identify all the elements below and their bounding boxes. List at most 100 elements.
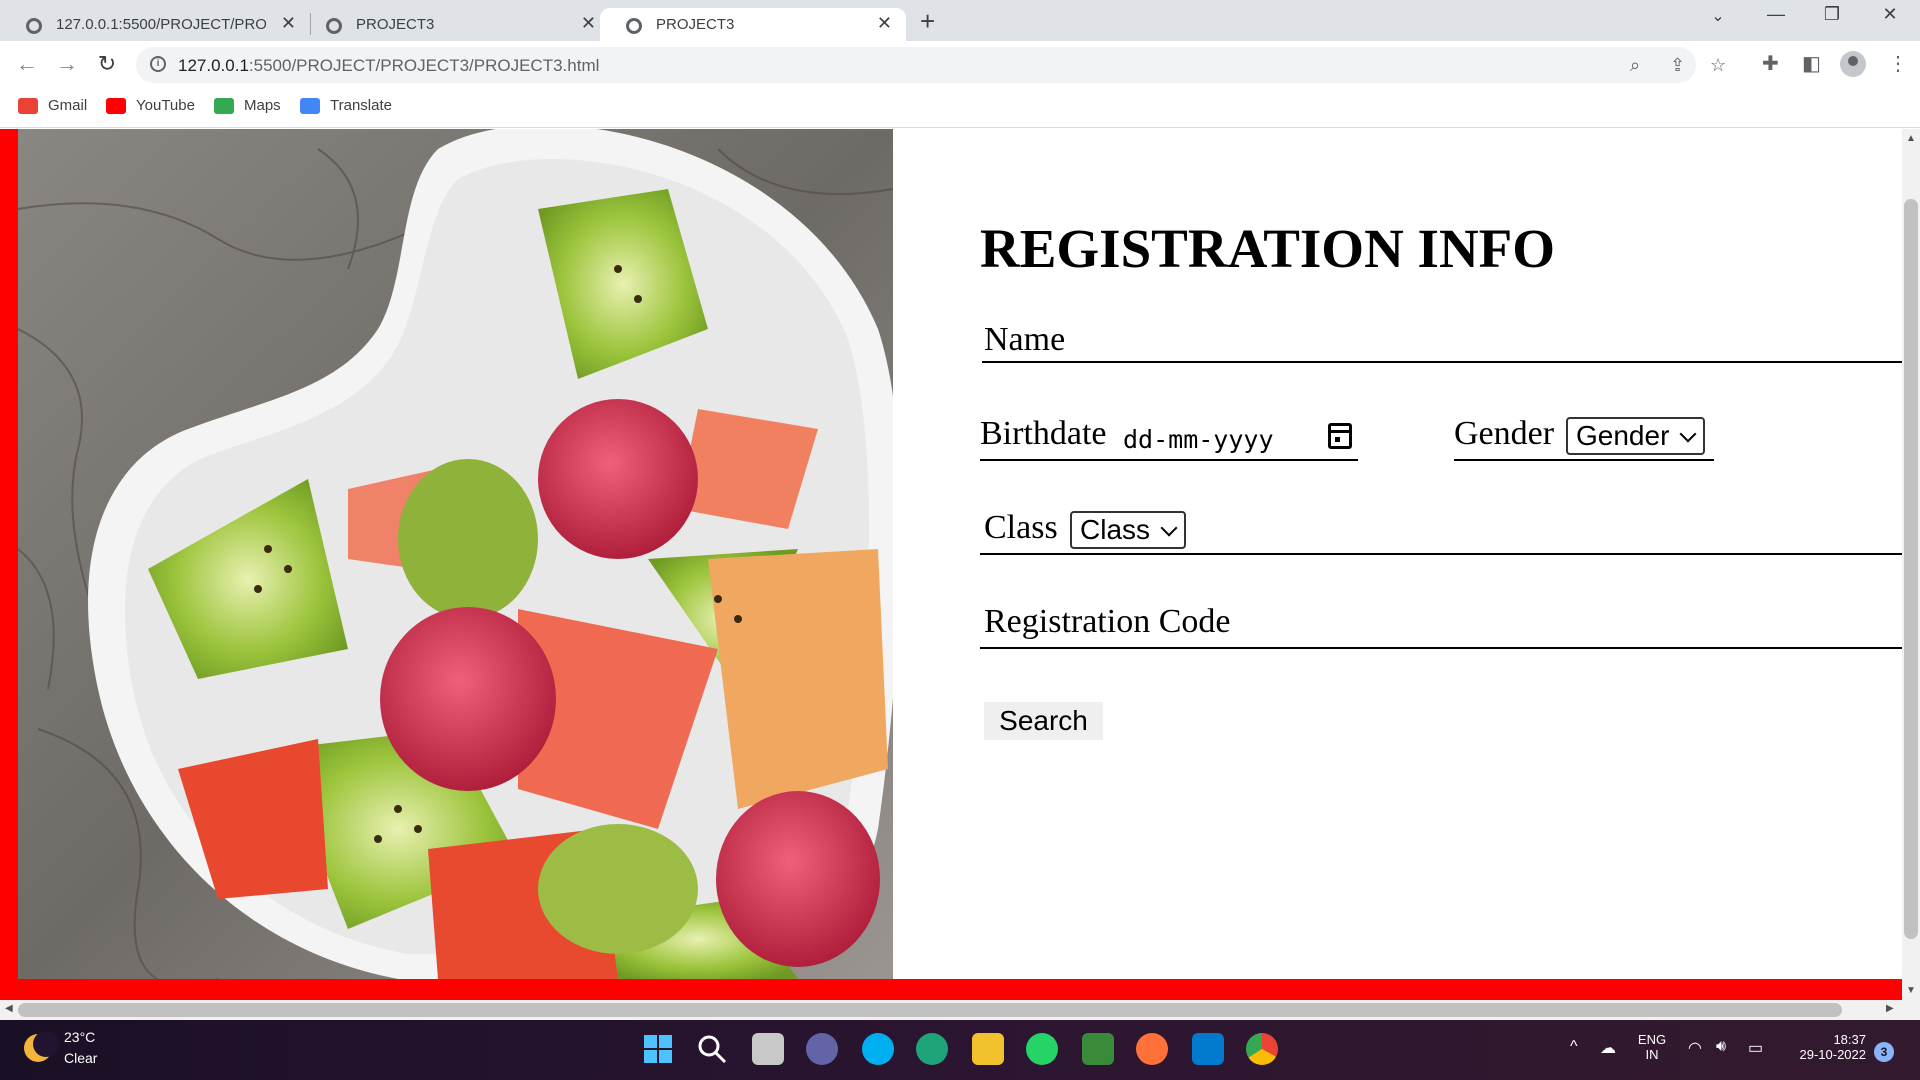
fruit-bowl-image xyxy=(18,129,893,979)
chevron-up-icon[interactable]: ^ xyxy=(1570,1038,1578,1056)
search-button[interactable]: Search xyxy=(984,702,1103,740)
vertical-scroll-thumb[interactable] xyxy=(1904,199,1918,939)
vscode-icon[interactable] xyxy=(1192,1033,1224,1065)
registration-code-label: Registration Code xyxy=(984,603,1231,640)
forward-arrow-icon[interactable]: → xyxy=(52,51,82,77)
tab-1[interactable]: 127.0.0.1:5500/PROJECT/PROJEC ✕ xyxy=(0,8,310,41)
name-field[interactable]: Name xyxy=(982,321,1902,363)
profile-avatar[interactable] xyxy=(1840,51,1866,77)
edge-icon[interactable] xyxy=(916,1033,948,1065)
scroll-right-icon[interactable]: ▶ xyxy=(1886,1003,1894,1014)
globe-icon xyxy=(26,18,42,34)
windows-taskbar: 23°C Clear ^ ☁ ENG IN ◠ 🔊︎ ▭ 18:37 29-10… xyxy=(0,1020,1920,1080)
translate-icon xyxy=(300,97,320,114)
horizontal-scroll-thumb[interactable] xyxy=(18,1003,1842,1017)
registration-code-field[interactable]: Registration Code xyxy=(980,603,1902,649)
weather-condition[interactable]: Clear xyxy=(64,1050,97,1066)
bookmark-gmail-label: Gmail xyxy=(48,97,88,114)
bookmark-translate[interactable]: Translate xyxy=(300,97,392,114)
tab-search-chevron-icon[interactable]: ⌄ xyxy=(1698,6,1738,26)
chrome-icon[interactable] xyxy=(1246,1033,1278,1065)
clock[interactable]: 18:37 29-10-2022 xyxy=(1786,1032,1867,1062)
bottom-red-border xyxy=(0,979,1902,1000)
gender-field[interactable]: Gender Gender xyxy=(1454,415,1714,461)
app-icon[interactable] xyxy=(1082,1033,1114,1065)
scroll-down-icon[interactable]: ▼ xyxy=(1906,985,1916,996)
minimize-icon[interactable]: — xyxy=(1756,4,1796,25)
class-select-value: Class xyxy=(1080,514,1151,545)
language-line-2: IN xyxy=(1645,1047,1659,1062)
start-windows-icon[interactable] xyxy=(642,1033,674,1065)
restore-icon[interactable]: ❐ xyxy=(1812,4,1852,25)
moon-icon[interactable] xyxy=(24,1031,59,1062)
fruit-bowl-illustration xyxy=(18,129,893,979)
bookmark-gmail[interactable]: Gmail xyxy=(18,97,87,114)
scroll-left-icon[interactable]: ◀ xyxy=(5,1003,13,1014)
close-tab-2-icon[interactable]: ✕ xyxy=(581,13,596,34)
horizontal-scrollbar[interactable]: ◀ ▶ xyxy=(0,1000,1920,1020)
bookmark-youtube-label: YouTube xyxy=(136,97,195,114)
page-viewport: REGISTRATION INFO Name Birthdate dd-mm-y… xyxy=(0,129,1902,1000)
clock-date: 29-10-2022 xyxy=(1799,1047,1867,1062)
notification-badge[interactable]: 3 xyxy=(1874,1042,1894,1062)
start-windows-glyph xyxy=(644,1035,672,1063)
birthdate-field[interactable]: Birthdate dd-mm-yyyy xyxy=(980,415,1358,461)
teams-chat-icon[interactable] xyxy=(806,1033,838,1065)
gmail-icon xyxy=(18,97,38,114)
birthdate-input[interactable]: dd-mm-yyyy xyxy=(1123,425,1274,454)
extensions-icon[interactable]: ✚ xyxy=(1762,51,1779,76)
new-tab-icon[interactable]: + xyxy=(920,6,935,37)
page-title: REGISTRATION INFO xyxy=(980,218,1556,279)
search-icon[interactable] xyxy=(696,1033,728,1065)
class-label: Class xyxy=(984,509,1058,546)
task-view-icon[interactable] xyxy=(752,1033,784,1065)
close-tab-3-icon[interactable]: ✕ xyxy=(877,13,892,34)
browser-toolbar: ← → ↻ i 127.0.0.1:5500/PROJECT/PROJECT3/… xyxy=(0,41,1920,89)
volume-icon[interactable]: 🔊︎ xyxy=(1716,1038,1726,1056)
wifi-icon[interactable]: ◠ xyxy=(1688,1038,1702,1058)
scroll-up-icon[interactable]: ▲ xyxy=(1906,133,1916,144)
url-host: 127.0.0.1 xyxy=(178,56,249,75)
reload-icon[interactable]: ↻ xyxy=(92,51,122,77)
url-path: :5500/PROJECT/PROJECT3/PROJECT3.html xyxy=(248,56,600,75)
onedrive-cloud-icon[interactable]: ☁ xyxy=(1600,1038,1616,1058)
back-arrow-icon[interactable]: ← xyxy=(12,51,42,77)
youtube-icon xyxy=(106,97,126,114)
site-info-icon[interactable]: i xyxy=(150,56,166,72)
language-line-1: ENG xyxy=(1637,1032,1667,1047)
share-icon[interactable]: ⇪ xyxy=(1670,55,1685,76)
bookmark-maps[interactable]: Maps xyxy=(214,97,281,114)
globe-icon xyxy=(626,18,642,34)
gender-select-value: Gender xyxy=(1576,420,1670,451)
close-window-icon[interactable]: ✕ xyxy=(1870,4,1910,25)
weather-temperature[interactable]: 23°C xyxy=(64,1029,95,1045)
battery-icon[interactable]: ▭ xyxy=(1748,1038,1763,1058)
address-bar[interactable]: i 127.0.0.1:5500/PROJECT/PROJECT3/PROJEC… xyxy=(136,47,1726,83)
side-panel-icon[interactable]: ◧ xyxy=(1802,51,1821,76)
whatsapp-icon[interactable] xyxy=(1026,1033,1058,1065)
firefox-icon[interactable] xyxy=(1136,1033,1168,1065)
zoom-icon[interactable]: ⌕ xyxy=(1630,55,1640,76)
bookmarks-bar: Gmail YouTube Maps Translate xyxy=(0,89,1920,128)
bookmark-translate-label: Translate xyxy=(330,97,392,114)
close-tab-1-icon[interactable]: ✕ xyxy=(281,13,296,34)
url-text: 127.0.0.1:5500/PROJECT/PROJECT3/PROJECT3… xyxy=(178,56,599,76)
chevron-down-icon xyxy=(1679,425,1697,443)
menu-kebab-icon[interactable]: ⋮ xyxy=(1888,51,1908,76)
tab-3-label: PROJECT3 xyxy=(656,16,735,33)
skype-icon[interactable] xyxy=(862,1033,894,1065)
gender-select[interactable]: Gender xyxy=(1566,417,1706,455)
vertical-scrollbar[interactable]: ▲ ▼ xyxy=(1902,129,1920,1000)
file-explorer-icon[interactable] xyxy=(972,1033,1004,1065)
calendar-icon[interactable] xyxy=(1328,423,1352,449)
tab-1-label: 127.0.0.1:5500/PROJECT/PROJEC xyxy=(56,16,266,33)
language-indicator[interactable]: ENG IN xyxy=(1636,1032,1668,1062)
class-field[interactable]: Class Class xyxy=(980,509,1902,555)
bookmark-star-icon[interactable]: ☆ xyxy=(1710,55,1726,76)
bookmark-youtube[interactable]: YouTube xyxy=(106,97,195,114)
gender-label: Gender xyxy=(1454,415,1555,452)
tab-3-active[interactable]: PROJECT3 ✕ xyxy=(600,8,906,41)
class-select[interactable]: Class xyxy=(1070,511,1187,549)
search-glyph xyxy=(698,1035,727,1064)
tab-2[interactable]: PROJECT3 ✕ xyxy=(300,8,610,41)
